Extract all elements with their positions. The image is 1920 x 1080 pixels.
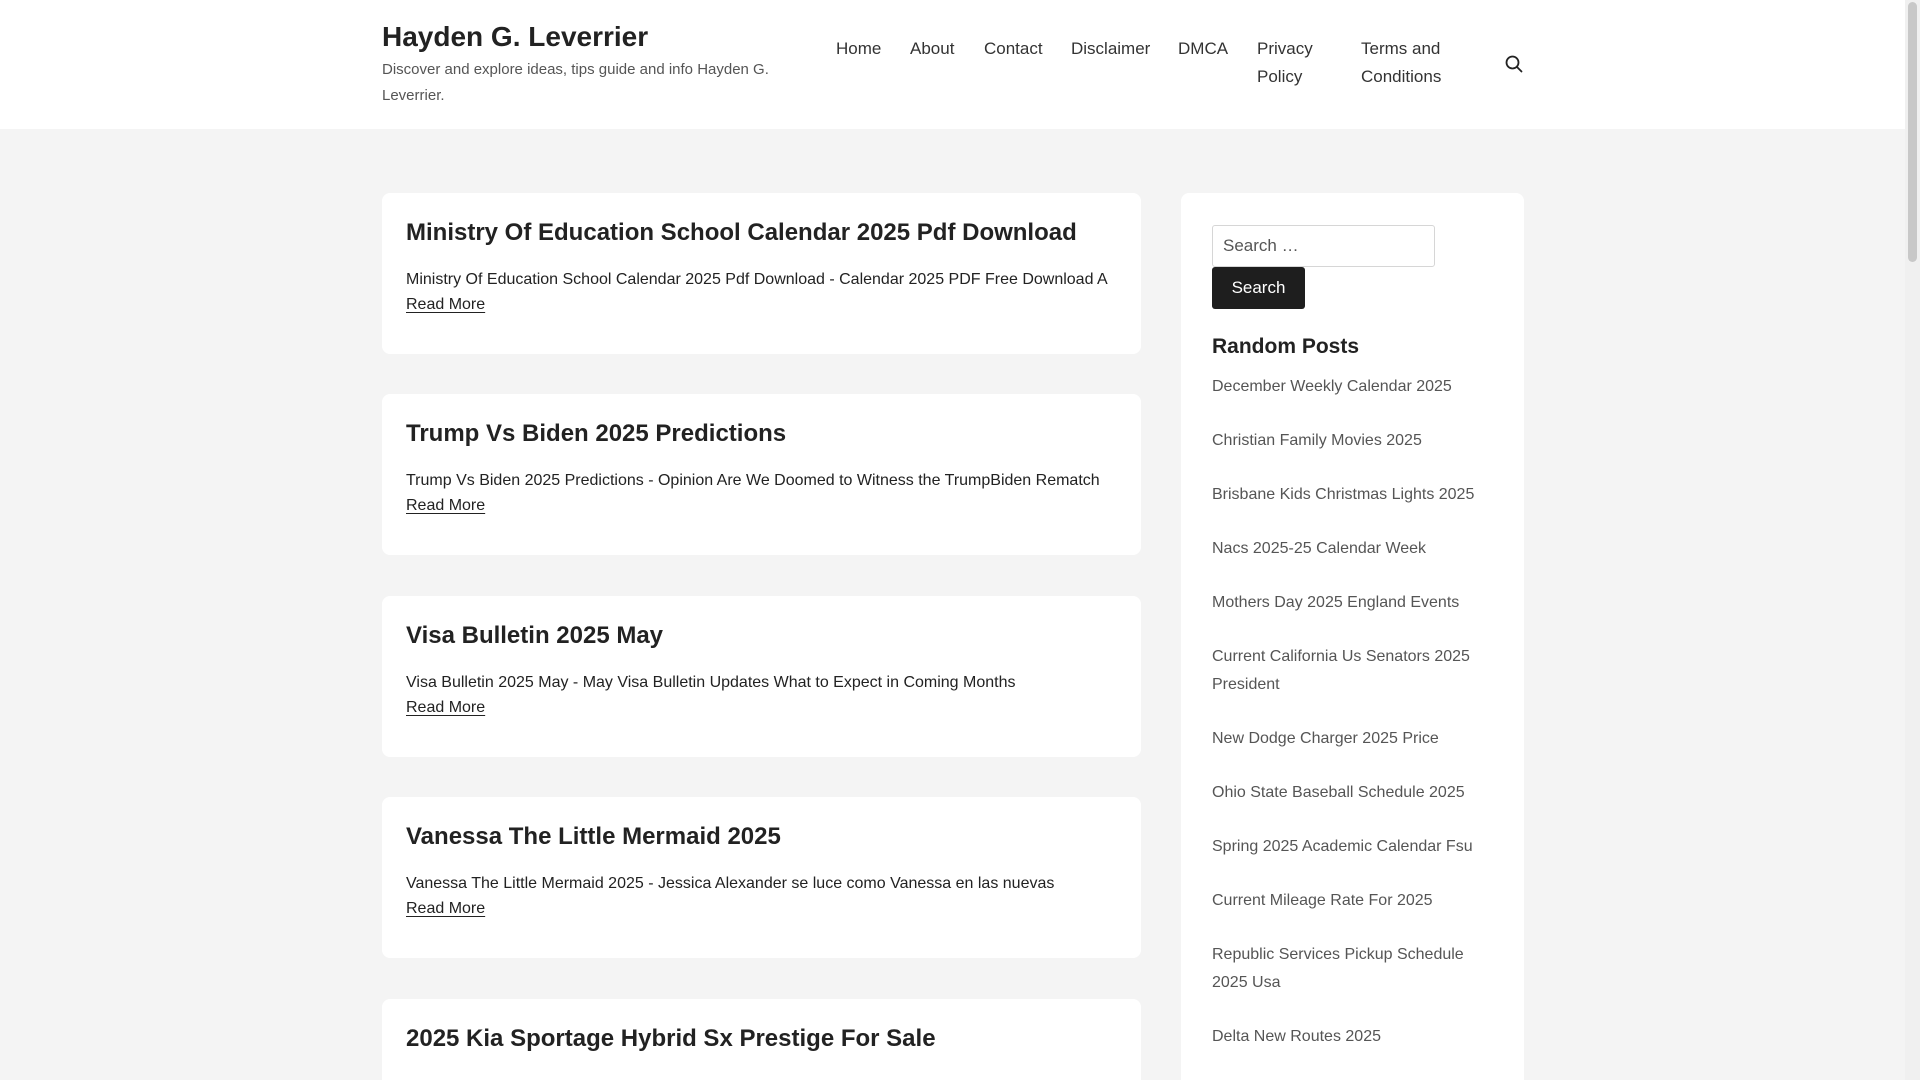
post-card: Trump Vs Biden 2025 Predictions Trump Vs… — [382, 394, 1141, 555]
nav-terms-and-conditions[interactable]: Terms and Conditions — [1361, 35, 1461, 91]
random-post-link[interactable]: Current Mileage Rate For 2025 — [1212, 887, 1502, 915]
scrollbar-thumb[interactable] — [1908, 2, 1917, 262]
random-post-link[interactable]: December Weekly Calendar 2025 — [1212, 373, 1502, 401]
post-card: Visa Bulletin 2025 May Visa Bulletin 202… — [382, 596, 1141, 757]
site-header: Hayden G. Leverrier Discover and explore… — [0, 0, 1905, 129]
post-title[interactable]: 2025 Kia Sportage Hybrid Sx Prestige For… — [406, 1025, 936, 1052]
read-more-link[interactable]: Read More — [406, 495, 485, 517]
search-input[interactable] — [1212, 225, 1435, 267]
post-card: 2025 Kia Sportage Hybrid Sx Prestige For… — [382, 999, 1141, 1080]
nav-disclaimer[interactable]: Disclaimer — [1071, 35, 1150, 63]
post-excerpt: Trump Vs Biden 2025 Predictions - Opinio… — [406, 472, 1100, 489]
sidebar: Search Random Posts December Weekly Cale… — [1181, 193, 1524, 1080]
random-post-link[interactable]: Delta New Routes 2025 — [1212, 1023, 1502, 1051]
search-button[interactable]: Search — [1212, 267, 1305, 309]
site-title[interactable]: Hayden G. Leverrier — [382, 20, 782, 54]
site-branding: Hayden G. Leverrier Discover and explore… — [382, 20, 782, 109]
random-posts-list: December Weekly Calendar 2025 Christian … — [1212, 373, 1502, 1077]
random-posts-title: Random Posts — [1212, 335, 1360, 358]
post-excerpt: Visa Bulletin 2025 May - May Visa Bullet… — [406, 674, 1016, 691]
nav-about[interactable]: About — [910, 35, 954, 63]
post-title[interactable]: Vanessa The Little Mermaid 2025 — [406, 823, 781, 850]
random-post-link[interactable]: Nacs 2025-25 Calendar Week — [1212, 535, 1502, 563]
random-post-link[interactable]: Current California Us Senators 2025 Pres… — [1212, 643, 1502, 699]
random-post-link[interactable]: Spring 2025 Academic Calendar Fsu — [1212, 833, 1502, 861]
random-post-link[interactable]: Brisbane Kids Christmas Lights 2025 — [1212, 481, 1502, 509]
post-excerpt: Vanessa The Little Mermaid 2025 - Jessic… — [406, 875, 1055, 892]
post-title[interactable]: Ministry Of Education School Calendar 20… — [406, 219, 1077, 246]
search-icon — [1505, 55, 1523, 73]
post-card: Ministry Of Education School Calendar 20… — [382, 193, 1141, 354]
post-excerpt: Ministry Of Education School Calendar 20… — [406, 271, 1108, 288]
nav-contact[interactable]: Contact — [984, 35, 1043, 63]
random-post-link[interactable]: Christian Family Movies 2025 — [1212, 427, 1502, 455]
read-more-link[interactable]: Read More — [406, 294, 485, 316]
nav-privacy-policy[interactable]: Privacy Policy — [1257, 35, 1337, 91]
post-title[interactable]: Visa Bulletin 2025 May — [406, 622, 663, 649]
nav-dmca[interactable]: DMCA — [1178, 35, 1228, 63]
search-toggle-button[interactable] — [1502, 52, 1526, 76]
nav-home[interactable]: Home — [836, 35, 881, 63]
post-title[interactable]: Trump Vs Biden 2025 Predictions — [406, 420, 786, 447]
page-scrollbar[interactable] — [1905, 0, 1920, 1080]
random-post-link[interactable]: Republic Services Pickup Schedule 2025 U… — [1212, 941, 1502, 997]
read-more-link[interactable]: Read More — [406, 697, 485, 719]
random-post-link[interactable]: Ohio State Baseball Schedule 2025 — [1212, 779, 1502, 807]
site-description: Discover and explore ideas, tips guide a… — [382, 61, 769, 104]
post-card: Vanessa The Little Mermaid 2025 Vanessa … — [382, 797, 1141, 958]
read-more-link[interactable]: Read More — [406, 898, 485, 920]
random-post-link[interactable]: New Dodge Charger 2025 Price — [1212, 725, 1502, 753]
random-post-link[interactable]: Mothers Day 2025 England Events — [1212, 589, 1502, 617]
